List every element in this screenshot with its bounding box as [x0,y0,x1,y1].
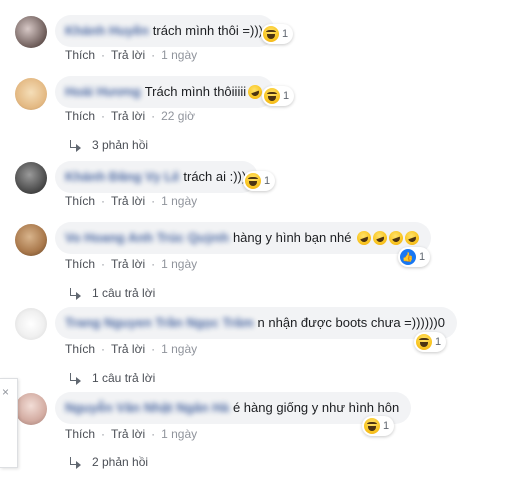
reply-link[interactable]: Trả lời [111,257,145,271]
timestamp[interactable]: 1 ngày [161,342,197,356]
timestamp[interactable]: 1 ngày [161,427,197,441]
reaction-count: 1 [264,175,271,187]
commenter-name[interactable]: Trang Nguyen Trần Ngọc Trâm [65,315,254,331]
commenter-name[interactable]: Khánh Huyền [65,23,149,39]
view-replies-link[interactable]: 1 câu trả lời [68,371,155,385]
haha-icon [364,418,380,434]
like-link[interactable]: Thích [65,109,95,123]
like-link[interactable]: Thích [65,194,95,208]
avatar[interactable] [15,162,47,194]
avatar[interactable] [15,308,47,340]
haha-icon [264,88,280,104]
avatar[interactable] [15,16,47,48]
comment-actions: Thích · Trả lời · 22 giờ [65,109,195,123]
comment-text: n nhận được boots chưa =))))))0 [257,315,445,330]
reaction-badge[interactable]: 1 [262,86,295,106]
rofl-emoji-icon [370,229,389,247]
comment-actions: Thích · Trả lời · 1 ngày [65,257,197,271]
avatar[interactable] [15,224,47,256]
like-link[interactable]: Thích [65,48,95,62]
reply-arrow-icon [68,373,82,385]
separator-dot: · [151,427,156,441]
rofl-emoji-icon [402,229,421,247]
close-icon[interactable]: × [2,385,9,399]
view-replies-link[interactable]: 1 câu trả lời [68,286,155,300]
comment-actions: Thích · Trả lời · 1 ngày [65,342,197,356]
timestamp[interactable]: 1 ngày [161,48,197,62]
like-link[interactable]: Thích [65,257,95,271]
comment-bubble: Khánh Đăng Vy Lê trách ai :))) [55,161,259,193]
reaction-badge[interactable]: 1 [362,416,395,436]
haha-icon [263,26,279,42]
replies-count[interactable]: 1 câu trả lời [92,286,155,300]
separator-dot: · [101,427,106,441]
reaction-badge[interactable]: 👍 1 [398,247,431,267]
reaction-badge[interactable]: 1 [414,332,447,352]
like-icon: 👍 [400,249,416,265]
reply-arrow-icon [68,288,82,300]
view-replies-link[interactable]: 3 phản hồi [68,138,148,152]
comment-actions: Thích · Trả lời · 1 ngày [65,194,197,208]
replies-count[interactable]: 3 phản hồi [92,138,148,152]
reaction-count: 1 [419,251,426,263]
rofl-emoji-icon [354,229,373,247]
separator-dot: · [101,342,106,356]
side-popup: × [0,378,18,468]
commenter-name[interactable]: Hoài Hương [65,84,141,100]
avatar[interactable] [15,78,47,110]
reply-arrow-icon [68,457,82,469]
separator-dot: · [151,342,156,356]
comment-bubble: Khánh Huyền trách mình thôi =))) [55,15,275,47]
haha-icon [416,334,432,350]
comment-6: Nguyễn Văn Nhật Ngân Hà é hàng giống y n… [0,0,505,469]
comment-bubble: Vo Hoang Anh Trúc Quỳnh hàng y hình bạn … [55,222,431,254]
commenter-name[interactable]: Khánh Đăng Vy Lê [65,169,179,185]
reaction-badge[interactable]: 1 [261,24,294,44]
timestamp[interactable]: 1 ngày [161,194,197,208]
comment-text: trách mình thôi =))) [152,23,263,38]
avatar[interactable] [15,393,47,425]
separator-dot: · [101,257,106,271]
reply-link[interactable]: Trả lời [111,109,145,123]
replies-count[interactable]: 1 câu trả lời [92,371,155,385]
view-replies-link[interactable]: 2 phản hồi [68,455,148,469]
separator-dot: · [151,257,156,271]
separator-dot: · [151,48,156,62]
reply-link[interactable]: Trả lời [111,342,145,356]
comment-text: Trách mình thôiiiii [144,84,247,99]
reaction-count: 1 [383,420,390,432]
rofl-emoji-icon [386,229,405,247]
separator-dot: · [101,109,106,123]
comment-actions: Thích · Trả lời · 1 ngày [65,48,197,62]
timestamp[interactable]: 1 ngày [161,257,197,271]
separator-dot: · [101,48,106,62]
like-link[interactable]: Thích [65,427,95,441]
reaction-count: 1 [282,28,289,40]
reaction-count: 1 [435,336,442,348]
reply-link[interactable]: Trả lời [111,427,145,441]
timestamp[interactable]: 22 giờ [161,109,195,123]
comment-text: trách ai :))) [183,169,247,184]
replies-count[interactable]: 2 phản hồi [92,455,148,469]
comment-text: hàng y hình bạn nhé [232,230,352,245]
commenter-name[interactable]: Nguyễn Văn Nhật Ngân Hà [65,400,229,416]
comment-text: é hàng giống y như hình hôn [232,400,400,415]
like-link[interactable]: Thích [65,342,95,356]
comment-bubble: Trang Nguyen Trần Ngọc Trâm n nhận được … [55,307,457,339]
reply-link[interactable]: Trả lời [111,48,145,62]
reply-link[interactable]: Trả lời [111,194,145,208]
reply-arrow-icon [68,140,82,152]
comment-actions: Thích · Trả lời · 1 ngày [65,427,197,441]
separator-dot: · [151,109,156,123]
comment-bubble: Nguyễn Văn Nhật Ngân Hà é hàng giống y n… [55,392,412,424]
commenter-name[interactable]: Vo Hoang Anh Trúc Quỳnh [65,230,229,246]
reaction-badge[interactable]: 1 [243,171,276,191]
separator-dot: · [151,194,156,208]
haha-icon [245,173,261,189]
separator-dot: · [101,194,106,208]
reaction-count: 1 [283,90,290,102]
comment-bubble: Hoài Hương Trách mình thôiiiii [55,76,275,108]
